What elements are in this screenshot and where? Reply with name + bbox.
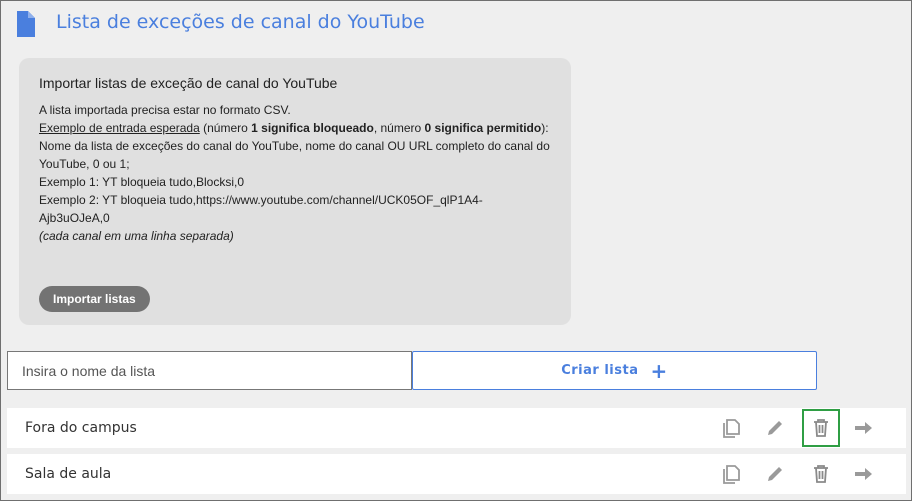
arrow-right-icon[interactable] <box>844 455 882 493</box>
list-name-input[interactable] <box>7 351 412 390</box>
create-list-label: Criar lista <box>561 363 639 378</box>
line-hint: (cada canal em uma linha separada) <box>39 229 234 243</box>
header <box>15 11 37 37</box>
trash-icon[interactable] <box>802 409 840 447</box>
plus-icon: + <box>650 358 668 383</box>
edit-icon[interactable] <box>756 455 794 493</box>
expected-input-note: Exemplo de entrada esperada (número 1 si… <box>39 121 549 135</box>
import-instructions: A lista importada precisa estar no forma… <box>39 101 551 245</box>
list-item-name: Sala de aula <box>25 466 112 482</box>
import-title: Importar listas de exceção de canal do Y… <box>39 75 338 91</box>
import-lists-button[interactable]: Importar listas <box>39 286 150 312</box>
example-2: Exemplo 2: YT bloqueia tudo,https://www.… <box>39 193 483 225</box>
list-item[interactable]: Fora do campus <box>7 408 906 448</box>
list-item[interactable]: Sala de aula <box>7 454 906 494</box>
copy-icon[interactable] <box>712 409 750 447</box>
csv-format-note: A lista importada precisa estar no forma… <box>39 103 291 117</box>
create-list-button[interactable]: Criar lista + <box>412 351 817 390</box>
example-link[interactable]: Exemplo de entrada esperada <box>39 121 200 135</box>
import-info-panel: Importar listas de exceção de canal do Y… <box>19 58 571 325</box>
edit-icon[interactable] <box>756 409 794 447</box>
arrow-right-icon[interactable] <box>844 409 882 447</box>
example-1: Exemplo 1: YT bloqueia tudo,Blocksi,0 <box>39 175 245 189</box>
trash-icon[interactable] <box>802 455 840 493</box>
copy-icon[interactable] <box>712 455 750 493</box>
format-description: Nome da lista de exceções do canal do Yo… <box>39 139 550 171</box>
document-icon <box>15 11 37 37</box>
page-title: Lista de exceções de canal do YouTube <box>56 11 425 33</box>
list-item-name: Fora do campus <box>25 420 137 436</box>
